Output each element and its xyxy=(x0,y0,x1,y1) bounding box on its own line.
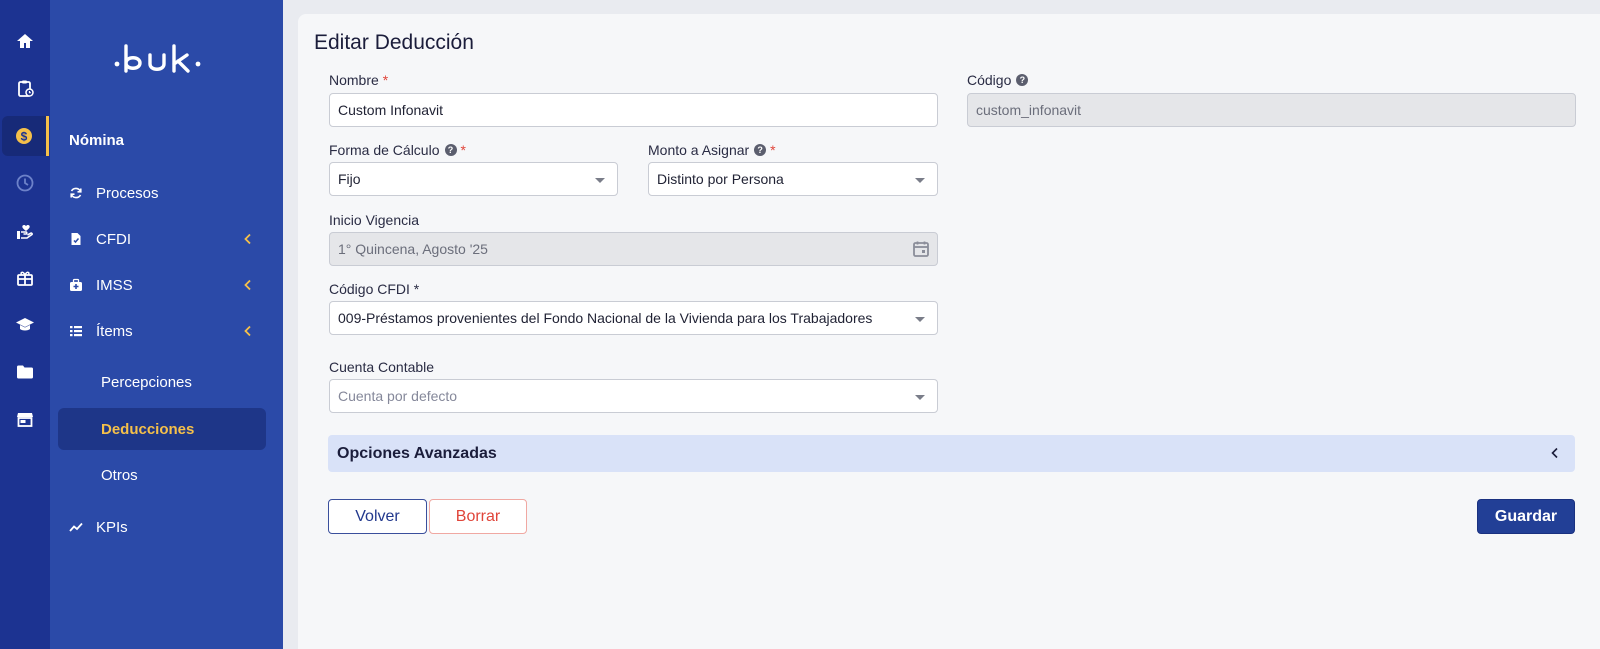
chevron-left-icon xyxy=(244,325,251,337)
inicio-vigencia-label: Inicio Vigencia xyxy=(329,212,420,228)
sidebar-subitem-otros[interactable]: Otros xyxy=(58,454,266,496)
svg-text:$: $ xyxy=(21,130,28,144)
cuenta-contable-select[interactable]: Cuenta por defecto xyxy=(329,379,938,413)
sidebar: Nómina Procesos CFDI IMSS Ítems Percepci… xyxy=(50,0,283,649)
sidebar-item-label: Ítems xyxy=(96,322,133,340)
folder-icon[interactable] xyxy=(0,352,50,392)
codigo-label: Código? xyxy=(967,72,1029,88)
file-icon xyxy=(50,232,96,246)
sidebar-item-label: CFDI xyxy=(96,230,131,248)
refresh-icon xyxy=(50,186,96,200)
chevron-left-icon xyxy=(1551,447,1558,459)
clock-icon[interactable] xyxy=(0,163,50,203)
dollar-icon[interactable]: $ xyxy=(2,116,49,156)
cuenta-contable-label: Cuenta Contable xyxy=(329,359,435,375)
forma-calculo-select[interactable]: Fijo xyxy=(329,162,618,196)
sidebar-item-items[interactable]: Ítems xyxy=(50,311,283,351)
sidebar-item-cfdi[interactable]: CFDI xyxy=(50,219,283,259)
graduation-cap-icon[interactable] xyxy=(0,305,50,345)
sidebar-subitem-percepciones[interactable]: Percepciones xyxy=(58,361,266,403)
nombre-field[interactable] xyxy=(329,93,938,127)
sidebar-item-procesos[interactable]: Procesos xyxy=(50,173,283,213)
forma-calculo-value: Fijo xyxy=(338,171,361,187)
cuenta-contable-placeholder: Cuenta por defecto xyxy=(338,388,458,404)
chevron-left-icon xyxy=(244,279,251,291)
home-icon[interactable] xyxy=(0,21,50,61)
store-icon[interactable] xyxy=(0,399,50,439)
hand-heart-icon[interactable] xyxy=(0,212,50,252)
trend-icon xyxy=(50,520,96,534)
monto-asignar-value: Distinto por Persona xyxy=(657,171,784,187)
codigo-value: custom_infonavit xyxy=(976,102,1082,118)
back-button[interactable]: Volver xyxy=(328,499,427,534)
calendar-icon[interactable] xyxy=(911,239,931,259)
caret-down-icon xyxy=(915,178,925,183)
codigo-cfdi-select[interactable]: 009-Préstamos provenientes del Fondo Nac… xyxy=(329,301,938,335)
sidebar-item-label: KPIs xyxy=(96,518,128,536)
forma-calculo-label: Forma de Cálculo? * xyxy=(329,142,466,158)
medical-kit-icon xyxy=(50,278,96,292)
clipboard-clock-icon[interactable] xyxy=(0,68,50,108)
advanced-options-toggle[interactable]: Opciones Avanzadas xyxy=(328,435,1575,472)
gift-icon[interactable] xyxy=(0,258,50,298)
sidebar-subitem-deducciones[interactable]: Deducciones xyxy=(58,408,266,450)
icon-rail: $ xyxy=(0,0,50,649)
caret-down-icon xyxy=(915,317,925,322)
delete-button[interactable]: Borrar xyxy=(429,499,527,534)
sidebar-item-imss[interactable]: IMSS xyxy=(50,265,283,305)
monto-asignar-label: Monto a Asignar? * xyxy=(648,142,776,158)
codigo-cfdi-label: Código CFDI * xyxy=(329,281,420,297)
advanced-options-label: Opciones Avanzadas xyxy=(337,444,497,462)
content-panel: Editar Deducción Nombre* Código? custom_… xyxy=(298,14,1600,649)
caret-down-icon xyxy=(915,395,925,400)
list-icon xyxy=(50,324,96,338)
codigo-field: custom_infonavit xyxy=(967,93,1576,127)
caret-down-icon xyxy=(595,178,605,183)
chevron-left-icon xyxy=(244,233,251,245)
help-icon[interactable]: ? xyxy=(754,144,767,156)
nombre-label: Nombre * xyxy=(329,72,389,88)
help-icon[interactable]: ? xyxy=(444,144,457,156)
buk-logo xyxy=(114,44,201,73)
help-icon[interactable]: ? xyxy=(1016,74,1029,86)
codigo-cfdi-value: 009-Préstamos provenientes del Fondo Nac… xyxy=(338,310,873,326)
sidebar-item-label: IMSS xyxy=(96,276,133,294)
save-button[interactable]: Guardar xyxy=(1477,499,1575,534)
sidebar-item-kpis[interactable]: KPIs xyxy=(50,507,283,547)
page-title: Editar Deducción xyxy=(314,31,474,54)
inicio-vigencia-value: 1° Quincena, Agosto '25 xyxy=(338,241,488,257)
nav-section-title: Nómina xyxy=(69,132,125,149)
monto-asignar-select[interactable]: Distinto por Persona xyxy=(648,162,938,196)
sidebar-item-label: Procesos xyxy=(96,184,159,202)
inicio-vigencia-field: 1° Quincena, Agosto '25 xyxy=(329,232,938,266)
nombre-input[interactable] xyxy=(338,94,937,126)
